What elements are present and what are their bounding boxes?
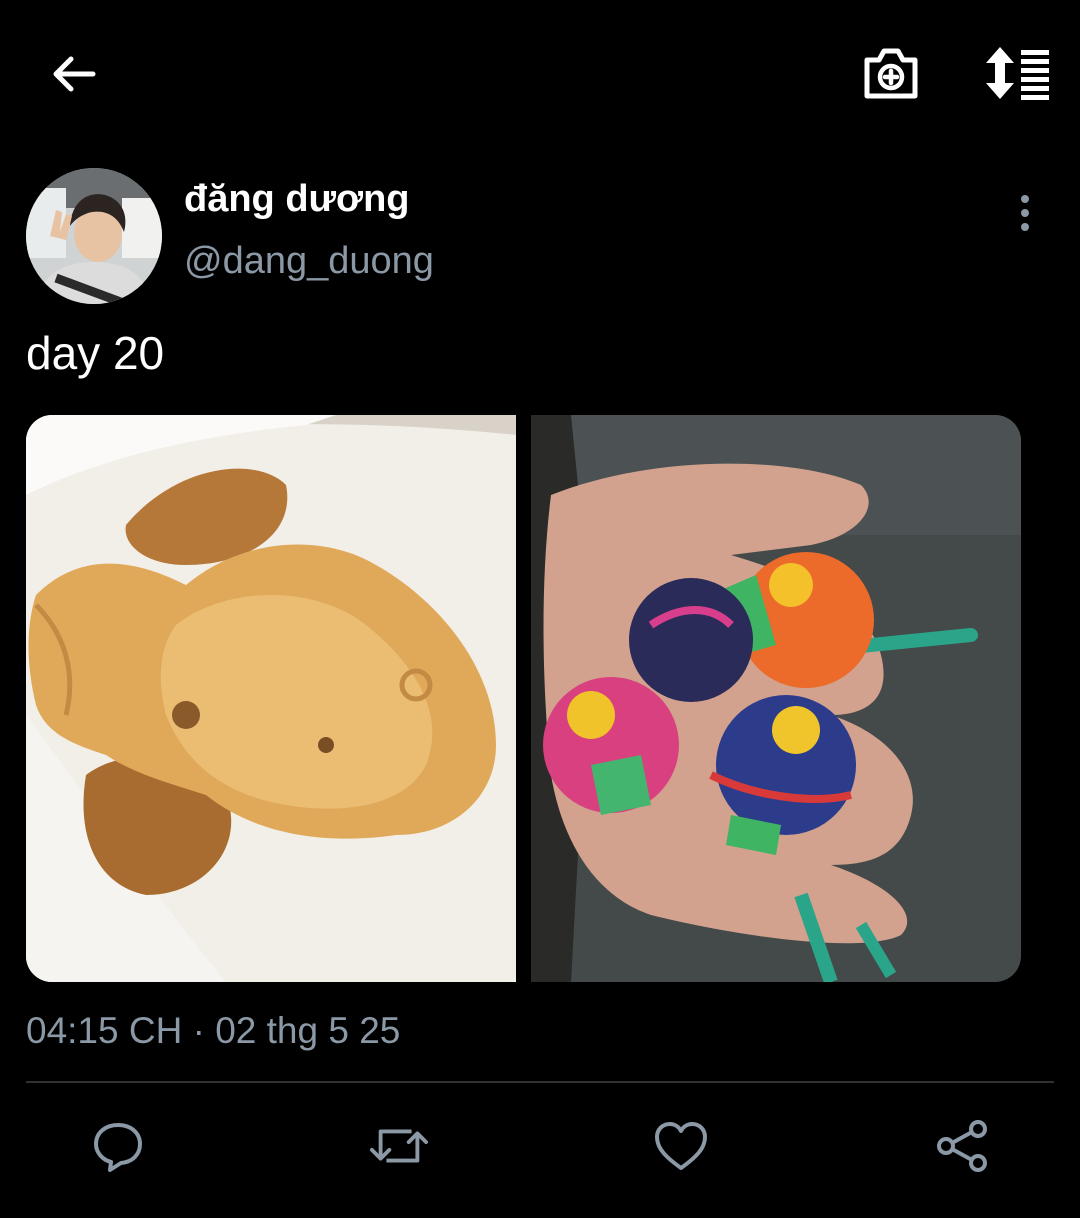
- taiyaki-photo: [26, 415, 516, 982]
- like-button[interactable]: [651, 1116, 711, 1176]
- share-button[interactable]: [932, 1116, 992, 1176]
- top-bar: [0, 0, 1080, 150]
- sort-list-icon: [986, 47, 1049, 100]
- media-grid: [26, 415, 1021, 982]
- reply-button[interactable]: [88, 1116, 148, 1176]
- divider: [26, 1081, 1054, 1083]
- reply-icon: [94, 1123, 142, 1172]
- retweet-button[interactable]: [369, 1116, 429, 1176]
- back-button[interactable]: [44, 44, 104, 104]
- author-avatar[interactable]: [26, 168, 162, 304]
- retweet-icon: [369, 1129, 429, 1163]
- camera-button[interactable]: [858, 40, 924, 106]
- lollipops-photo: [531, 415, 1021, 982]
- arrow-left-icon: [53, 56, 96, 92]
- media-image-lollipops[interactable]: [531, 415, 1021, 982]
- tweet-text: day 20: [26, 327, 165, 379]
- author-handle[interactable]: @dang_duong: [184, 240, 434, 283]
- media-image-taiyaki[interactable]: [26, 415, 516, 982]
- more-options-button[interactable]: [1004, 190, 1046, 236]
- author-display-name[interactable]: đăng dương: [184, 178, 410, 221]
- sort-button[interactable]: [978, 40, 1054, 106]
- tweet-timestamp: 04:15 CH · 02 thg 5 25: [26, 1010, 401, 1051]
- share-icon: [937, 1120, 987, 1172]
- more-vertical-icon: [1021, 195, 1029, 231]
- avatar-photo: [26, 168, 162, 304]
- heart-icon: [655, 1122, 707, 1170]
- camera-plus-icon: [864, 48, 918, 99]
